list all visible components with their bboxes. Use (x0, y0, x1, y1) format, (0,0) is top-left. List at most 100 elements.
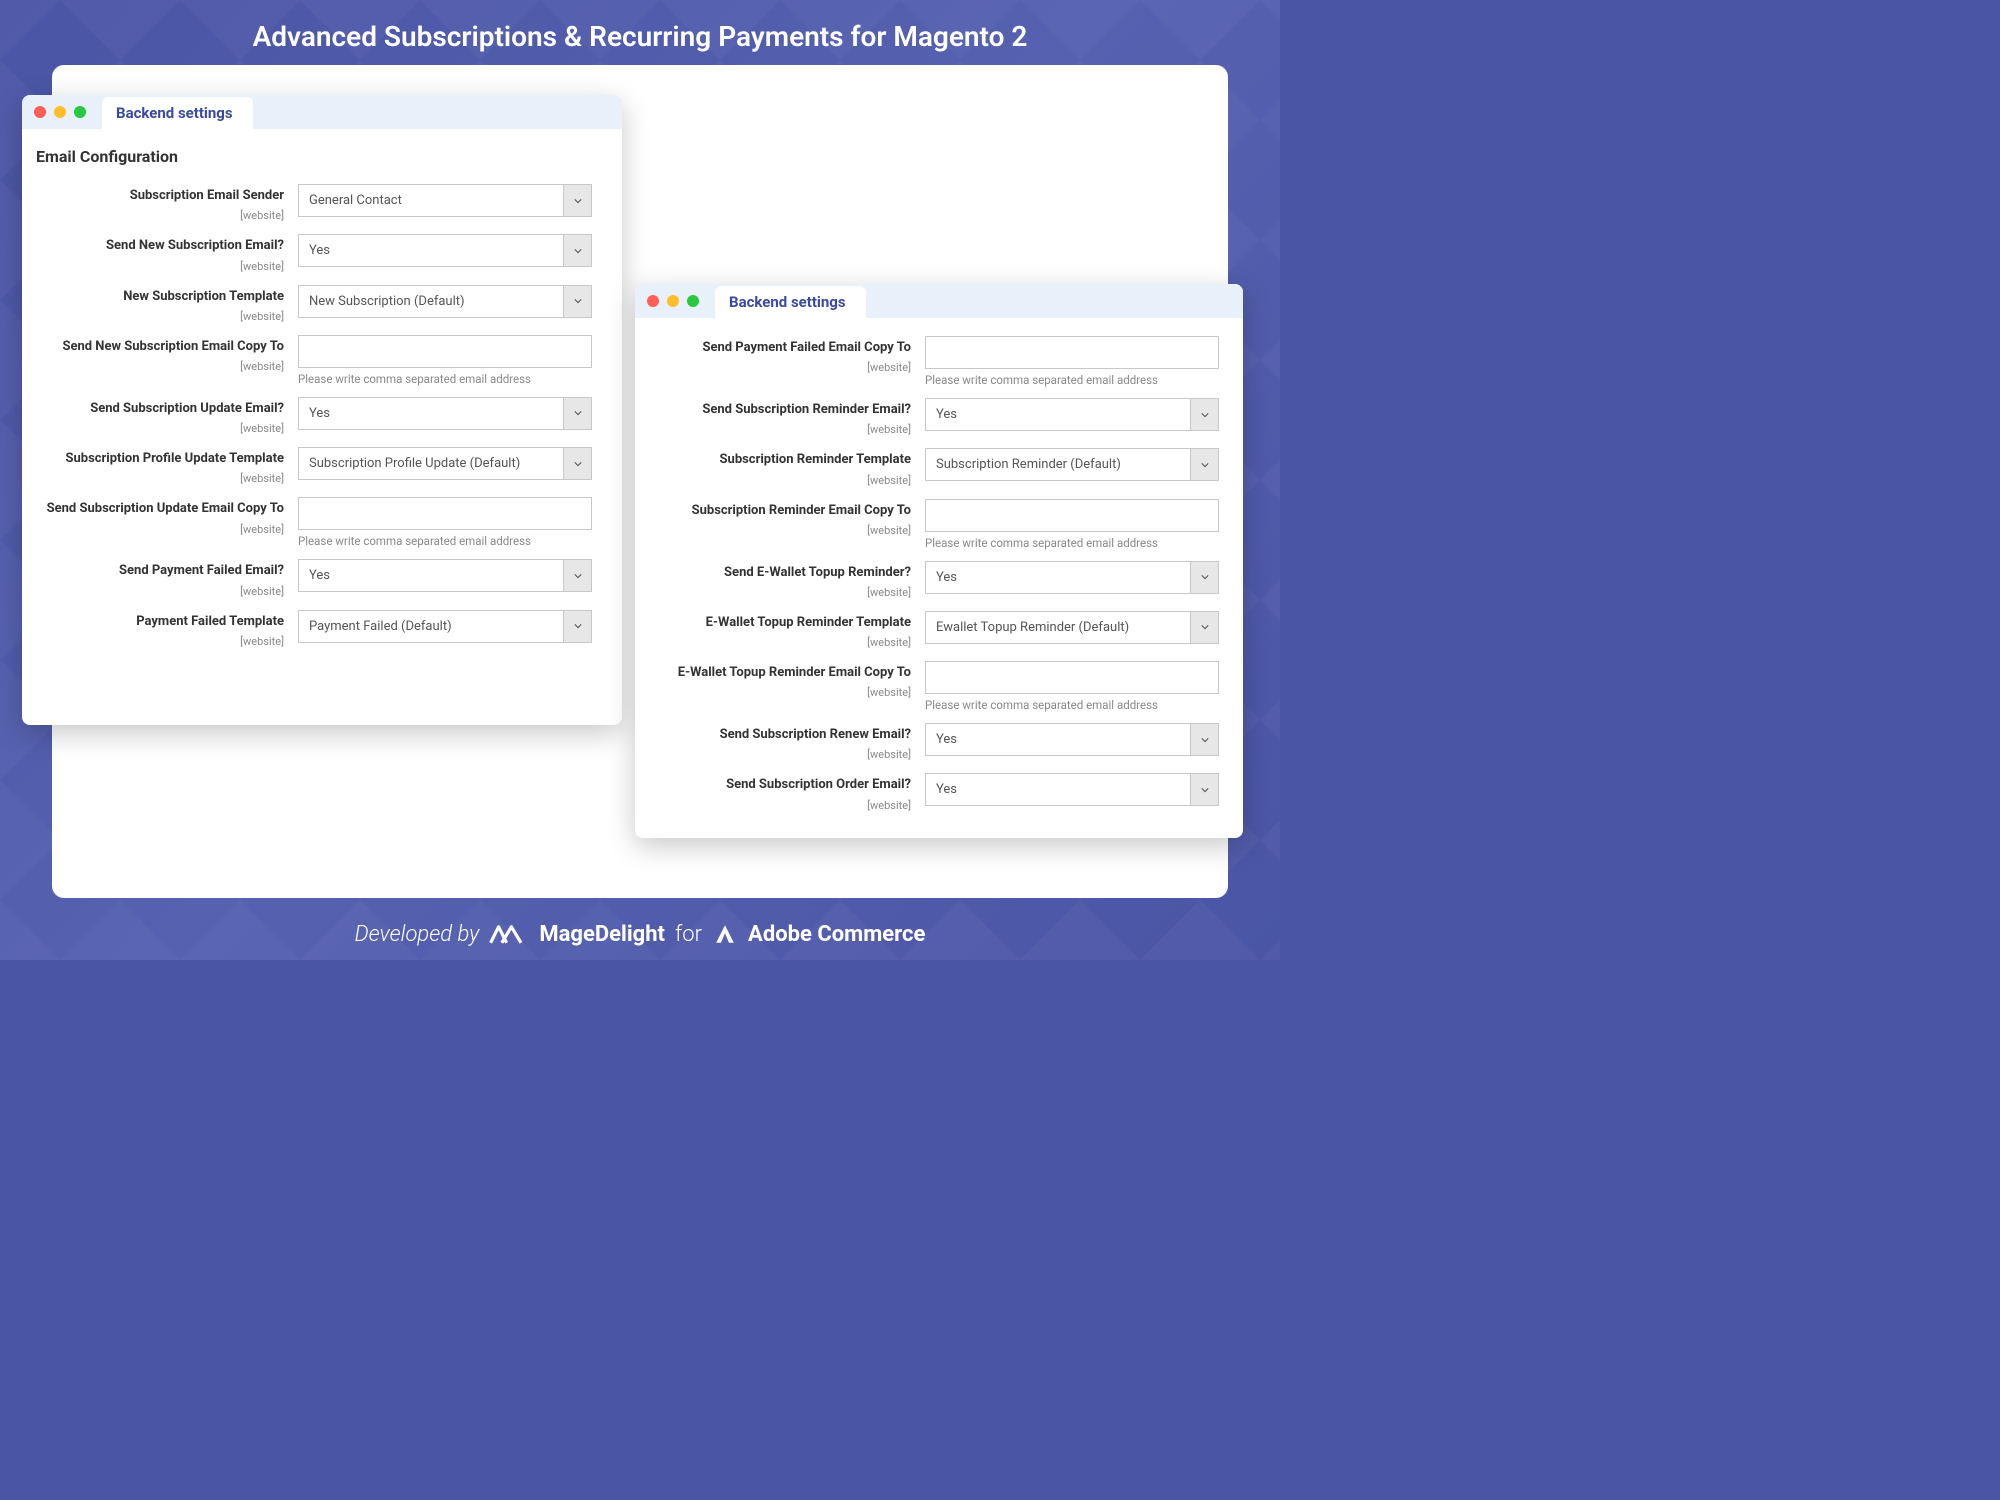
label-new-subscription-copy: Send New Subscription Email Copy To (34, 339, 284, 355)
scope-label: [website] (867, 586, 911, 599)
scope-label: [website] (867, 799, 911, 812)
select-value: Payment Failed (Default) (299, 611, 563, 642)
scope-label: [website] (240, 422, 284, 435)
row-new-subscription-copy-to: Send New Subscription Email Copy To [web… (34, 335, 610, 386)
chevron-down-icon (1190, 399, 1218, 430)
form-email-config-left: Subscription Email Sender [website] Gene… (22, 176, 622, 672)
maximize-icon[interactable] (687, 295, 699, 307)
footer-developed-by: Developed by (355, 922, 480, 947)
select-send-subscription-order[interactable]: Yes (925, 773, 1219, 806)
input-new-subscription-copy[interactable] (298, 335, 592, 368)
row-payment-failed-copy-to: Send Payment Failed Email Copy To [websi… (647, 336, 1231, 387)
row-subscription-update-copy-to: Send Subscription Update Email Copy To [… (34, 497, 610, 548)
scope-label: [website] (867, 423, 911, 436)
scope-label: [website] (867, 361, 911, 374)
select-payment-failed-template[interactable]: Payment Failed (Default) (298, 610, 592, 643)
section-title-email-config: Email Configuration (22, 129, 622, 176)
window-titlebar: Backend settings (635, 284, 1243, 318)
scope-label: [website] (867, 474, 911, 487)
select-subscription-email-sender[interactable]: General Contact (298, 184, 592, 217)
window-tab: Backend settings (102, 97, 253, 129)
label-ewallet-topup-template: E-Wallet Topup Reminder Template (647, 615, 911, 631)
window-controls (34, 106, 86, 118)
footer-adobe: Adobe Commerce (748, 922, 925, 947)
select-value: Yes (299, 560, 563, 591)
select-subscription-reminder-template[interactable]: Subscription Reminder (Default) (925, 448, 1219, 481)
hint-text: Please write comma separated email addre… (925, 373, 1231, 387)
row-subscription-reminder-template: Subscription Reminder Template [website]… (647, 448, 1231, 487)
row-send-new-subscription-email: Send New Subscription Email? [website] Y… (34, 234, 610, 273)
close-icon[interactable] (647, 295, 659, 307)
select-value: General Contact (299, 185, 563, 216)
scope-label: [website] (240, 635, 284, 648)
row-subscription-email-sender: Subscription Email Sender [website] Gene… (34, 184, 610, 223)
select-subscription-profile-update-template[interactable]: Subscription Profile Update (Default) (298, 447, 592, 480)
label-subscription-profile-update-template: Subscription Profile Update Template (34, 451, 284, 467)
window-backend-settings-left: Backend settings Email Configuration Sub… (22, 95, 622, 725)
hint-text: Please write comma separated email addre… (925, 536, 1231, 550)
chevron-down-icon (1190, 724, 1218, 755)
footer: Developed by MageDelight for Adobe Comme… (0, 908, 1280, 960)
chevron-down-icon (1190, 562, 1218, 593)
scope-label: [website] (867, 748, 911, 761)
scope-label: [website] (867, 636, 911, 649)
scope-label: [website] (240, 209, 284, 222)
label-subscription-reminder-template: Subscription Reminder Template (647, 452, 911, 468)
input-subscription-update-copy[interactable] (298, 497, 592, 530)
select-send-ewallet-topup[interactable]: Yes (925, 561, 1219, 594)
label-send-new-subscription: Send New Subscription Email? (34, 238, 284, 254)
form-email-config-right: Send Payment Failed Email Copy To [websi… (635, 318, 1243, 836)
chevron-down-icon (563, 235, 591, 266)
select-value: Yes (299, 398, 563, 429)
row-send-subscription-order-email: Send Subscription Order Email? [website]… (647, 773, 1231, 812)
select-ewallet-topup-template[interactable]: Ewallet Topup Reminder (Default) (925, 611, 1219, 644)
label-send-subscription-update: Send Subscription Update Email? (34, 401, 284, 417)
label-payment-failed-template: Payment Failed Template (34, 614, 284, 630)
label-payment-failed-copy: Send Payment Failed Email Copy To (647, 340, 911, 356)
input-ewallet-topup-copy[interactable] (925, 661, 1219, 694)
magedelight-logo-icon (489, 922, 529, 946)
select-value: Yes (926, 724, 1190, 755)
label-send-subscription-reminder: Send Subscription Reminder Email? (647, 402, 911, 418)
chevron-down-icon (1190, 612, 1218, 643)
maximize-icon[interactable] (74, 106, 86, 118)
row-ewallet-topup-copy-to: E-Wallet Topup Reminder Email Copy To [w… (647, 661, 1231, 712)
close-icon[interactable] (34, 106, 46, 118)
minimize-icon[interactable] (54, 106, 66, 118)
label-send-payment-failed: Send Payment Failed Email? (34, 563, 284, 579)
scope-label: [website] (240, 260, 284, 273)
row-new-subscription-template: New Subscription Template [website] New … (34, 285, 610, 324)
select-send-new-subscription[interactable]: Yes (298, 234, 592, 267)
window-controls (647, 295, 699, 307)
row-subscription-profile-update-template: Subscription Profile Update Template [we… (34, 447, 610, 486)
scope-label: [website] (867, 524, 911, 537)
row-send-subscription-renew-email: Send Subscription Renew Email? [website]… (647, 723, 1231, 762)
row-payment-failed-template: Payment Failed Template [website] Paymen… (34, 610, 610, 649)
select-send-payment-failed[interactable]: Yes (298, 559, 592, 592)
label-send-subscription-renew: Send Subscription Renew Email? (647, 727, 911, 743)
label-send-ewallet-topup: Send E-Wallet Topup Reminder? (647, 565, 911, 581)
select-value: Yes (926, 399, 1190, 430)
hint-text: Please write comma separated email addre… (298, 534, 610, 548)
select-value: Subscription Reminder (Default) (926, 449, 1190, 480)
adobe-logo-icon (712, 922, 738, 946)
window-backend-settings-right: Backend settings Send Payment Failed Ema… (635, 284, 1243, 838)
minimize-icon[interactable] (667, 295, 679, 307)
chevron-down-icon (563, 611, 591, 642)
select-new-subscription-template[interactable]: New Subscription (Default) (298, 285, 592, 318)
scope-label: [website] (240, 360, 284, 373)
scope-label: [website] (867, 686, 911, 699)
row-subscription-reminder-copy-to: Subscription Reminder Email Copy To [web… (647, 499, 1231, 550)
scope-label: [website] (240, 472, 284, 485)
input-payment-failed-copy[interactable] (925, 336, 1219, 369)
select-send-subscription-update[interactable]: Yes (298, 397, 592, 430)
hint-text: Please write comma separated email addre… (298, 372, 610, 386)
label-subscription-email-sender: Subscription Email Sender (34, 188, 284, 204)
input-subscription-reminder-copy[interactable] (925, 499, 1219, 532)
select-send-subscription-reminder[interactable]: Yes (925, 398, 1219, 431)
select-send-subscription-renew[interactable]: Yes (925, 723, 1219, 756)
scope-label: [website] (240, 523, 284, 536)
window-tab: Backend settings (715, 286, 866, 318)
window-titlebar: Backend settings (22, 95, 622, 129)
chevron-down-icon (563, 560, 591, 591)
